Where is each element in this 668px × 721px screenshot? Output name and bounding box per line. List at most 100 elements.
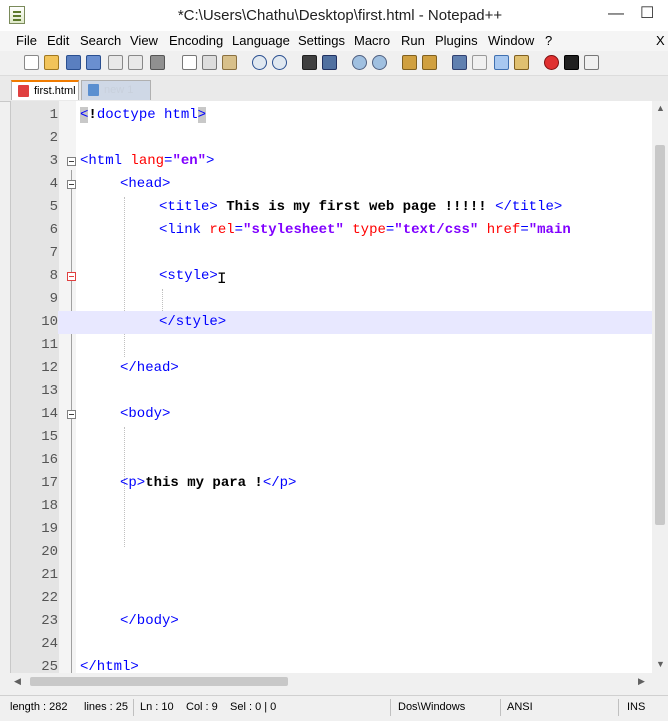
code-line[interactable]: 13 (11, 380, 653, 403)
close-document-button[interactable]: X (656, 33, 665, 48)
line-number: 15 (41, 429, 58, 445)
menu-view[interactable]: View (130, 33, 158, 48)
doc-map-icon[interactable] (514, 55, 529, 70)
line-number: 1 (49, 107, 58, 123)
menu-encoding[interactable]: Encoding (169, 33, 223, 48)
code-line[interactable]: 22 (11, 587, 653, 610)
code-line[interactable]: 21 (11, 564, 653, 587)
code-line[interactable]: 14 <body> (11, 403, 653, 426)
code-line[interactable]: 18 (11, 495, 653, 518)
status-bar: length : 282 lines : 25 Ln : 10 Col : 9 … (0, 695, 668, 721)
code-text: <html lang="en"> (80, 153, 215, 169)
menu-help[interactable]: ? (545, 33, 552, 48)
horizontal-scrollbar[interactable]: ◀ ▶ (10, 673, 652, 690)
print-icon[interactable] (150, 55, 165, 70)
scroll-down-arrow-icon[interactable]: ▼ (656, 659, 665, 669)
menu-file[interactable]: File (16, 33, 37, 48)
word-wrap-icon[interactable] (452, 55, 467, 70)
menu-language[interactable]: Language (232, 33, 290, 48)
save-icon[interactable] (66, 55, 81, 70)
stop-macro-icon[interactable] (564, 55, 579, 70)
code-line[interactable]: 19 (11, 518, 653, 541)
fold-toggle-html[interactable] (67, 157, 76, 166)
paste-icon[interactable] (222, 55, 237, 70)
code-line-current[interactable]: 10 </style> (11, 311, 653, 334)
record-macro-icon[interactable] (544, 55, 559, 70)
open-file-icon[interactable] (44, 55, 59, 70)
find-icon[interactable] (302, 55, 317, 70)
fold-toggle-style[interactable] (67, 272, 76, 281)
vertical-scrollbar[interactable]: ▲ ▼ (652, 101, 668, 673)
fold-toggle-head[interactable] (67, 180, 76, 189)
undo-icon[interactable] (252, 55, 267, 70)
menu-plugins[interactable]: Plugins (435, 33, 478, 48)
scroll-up-arrow-icon[interactable]: ▲ (656, 103, 665, 113)
zoom-in-icon[interactable] (352, 55, 367, 70)
code-editor[interactable]: 1 <!doctype html> 2 3 <html lang="en"> 4… (10, 101, 653, 673)
code-line[interactable]: 5 <title> This is my first web page !!!!… (11, 196, 653, 219)
new-file-icon[interactable] (24, 55, 39, 70)
sync-horizontal-icon[interactable] (422, 55, 437, 70)
save-all-icon[interactable] (86, 55, 101, 70)
status-eol-format: Dos\Windows (398, 701, 466, 713)
code-line[interactable]: 3 <html lang="en"> (11, 150, 653, 173)
status-separator (390, 699, 391, 716)
line-number: 16 (41, 452, 58, 468)
maximize-button[interactable]: ☐ (640, 5, 654, 23)
line-number: 12 (41, 360, 58, 376)
code-text: </body> (120, 613, 179, 629)
code-line[interactable]: 4 <head> (11, 173, 653, 196)
copy-icon[interactable] (202, 55, 217, 70)
status-lines: lines : 25 (84, 701, 129, 713)
menu-macro[interactable]: Macro (354, 33, 390, 48)
line-number: 21 (41, 567, 58, 583)
code-line[interactable]: 16 (11, 449, 653, 472)
fold-toggle-body[interactable] (67, 410, 76, 419)
code-line[interactable]: 24 (11, 633, 653, 656)
code-line[interactable]: 23 </body> (11, 610, 653, 633)
show-all-chars-icon[interactable] (472, 55, 487, 70)
vertical-scroll-thumb[interactable] (655, 145, 665, 525)
code-line[interactable]: 11 (11, 334, 653, 357)
replace-icon[interactable] (322, 55, 337, 70)
code-line[interactable]: 6 <link rel="stylesheet" type="text/css"… (11, 219, 653, 242)
code-line[interactable]: 25 </html> (11, 656, 653, 673)
minimize-button[interactable]: — (608, 5, 624, 23)
menu-settings[interactable]: Settings (298, 33, 345, 48)
scroll-left-arrow-icon[interactable]: ◀ (14, 676, 21, 687)
horizontal-scroll-thumb[interactable] (30, 677, 288, 686)
code-text: <title> This is my first web page !!!!! … (159, 199, 563, 215)
line-number: 19 (41, 521, 58, 537)
sync-vertical-icon[interactable] (402, 55, 417, 70)
indent-guide-icon[interactable] (494, 55, 509, 70)
menu-search[interactable]: Search (80, 33, 121, 48)
menu-run[interactable]: Run (401, 33, 425, 48)
status-insert-mode: INS (627, 701, 646, 713)
code-line[interactable]: 20 (11, 541, 653, 564)
code-text: <p>this my para !</p> (120, 475, 297, 491)
zoom-out-icon[interactable] (372, 55, 387, 70)
tab-new-1[interactable]: new 1 (81, 80, 151, 100)
menu-edit[interactable]: Edit (47, 33, 69, 48)
play-macro-icon[interactable] (584, 55, 599, 70)
line-number: 25 (41, 659, 58, 673)
code-line[interactable]: 15 (11, 426, 653, 449)
redo-icon[interactable] (272, 55, 287, 70)
close-file-icon[interactable] (108, 55, 123, 70)
code-line[interactable]: 8 <style> (11, 265, 653, 288)
scroll-right-arrow-icon[interactable]: ▶ (638, 676, 645, 687)
line-number: 2 (49, 130, 58, 146)
status-separator (133, 699, 134, 716)
tab-first-html[interactable]: first.html (11, 80, 79, 100)
cut-icon[interactable] (182, 55, 197, 70)
code-line[interactable]: 2 (11, 127, 653, 150)
code-text: </style> (159, 314, 227, 330)
code-text: <link rel="stylesheet" type="text/css" h… (159, 222, 571, 238)
code-line[interactable]: 1 <!doctype html> (11, 104, 653, 127)
code-line[interactable]: 12 </head> (11, 357, 653, 380)
code-line[interactable]: 7 (11, 242, 653, 265)
code-line[interactable]: 17 <p>this my para !</p> (11, 472, 653, 495)
close-all-icon[interactable] (128, 55, 143, 70)
code-line[interactable]: 9 (11, 288, 653, 311)
menu-window[interactable]: Window (488, 33, 534, 48)
